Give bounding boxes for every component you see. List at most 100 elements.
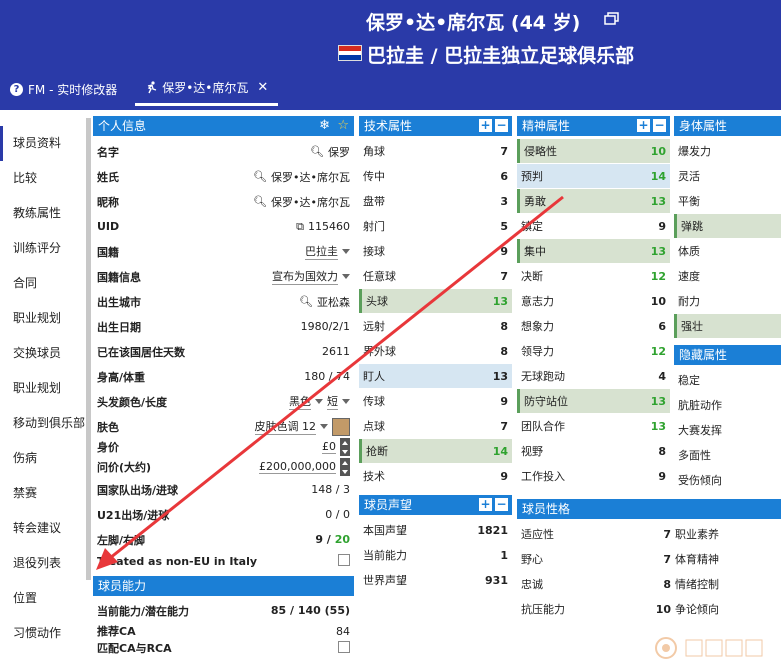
uid-field[interactable]: ⧉ 115460 bbox=[296, 220, 350, 234]
attr-value[interactable]: 13 bbox=[651, 195, 666, 208]
name-field[interactable]: 🔍︎ 保罗 bbox=[310, 144, 350, 160]
foot-field[interactable]: 9 / 20 bbox=[315, 533, 350, 546]
attr-value[interactable]: 9 bbox=[500, 395, 508, 408]
days-in-nation-field[interactable]: 2611 bbox=[322, 345, 350, 358]
caps-field[interactable]: 148 / 3 bbox=[311, 483, 350, 496]
sidebar-item-training[interactable]: 训练评分 bbox=[0, 231, 88, 266]
attr-value[interactable]: 7 bbox=[663, 553, 671, 566]
attr-value[interactable]: 7 bbox=[500, 145, 508, 158]
attr-value[interactable]: 8 bbox=[663, 578, 671, 591]
sidebar-item-contract[interactable]: 合同 bbox=[0, 266, 88, 301]
attr-value[interactable]: 8 bbox=[500, 345, 508, 358]
u21-field[interactable]: 0 / 0 bbox=[325, 508, 350, 521]
non-eu-checkbox[interactable] bbox=[338, 554, 350, 566]
attr-value[interactable]: 9 bbox=[500, 245, 508, 258]
worth-input[interactable]: £0 bbox=[322, 438, 350, 456]
attr-value[interactable]: 8 bbox=[500, 320, 508, 333]
star-icon[interactable]: ☆ bbox=[337, 116, 349, 136]
attr-value[interactable]: 5 bbox=[500, 220, 508, 233]
copy-icon[interactable]: ⧉ bbox=[296, 220, 304, 234]
sidebar-item-career-plan[interactable]: 职业规划 bbox=[0, 301, 88, 336]
attr-value[interactable]: 13 bbox=[651, 420, 666, 433]
attr-value[interactable]: 9 bbox=[658, 220, 666, 233]
collapse-icon[interactable]: − bbox=[495, 498, 508, 511]
birth-city-field[interactable]: 🔍︎ 亚松森 bbox=[299, 294, 350, 310]
sidebar-item-position[interactable]: 位置 bbox=[0, 581, 88, 616]
attr-value[interactable]: 13 bbox=[651, 245, 666, 258]
surname-field[interactable]: 🔍︎ 保罗•达•席尔瓦 bbox=[253, 169, 350, 185]
skin-select[interactable]: 皮肤色调 12 bbox=[254, 417, 350, 436]
height-weight-field[interactable]: 180 / 74 bbox=[304, 370, 350, 383]
hair-color-select[interactable]: 黑色 bbox=[289, 393, 323, 410]
sidebar-item-transfer[interactable]: 转会建议 bbox=[0, 511, 88, 546]
ca-pa-field[interactable]: 85 / 140 (55) bbox=[271, 604, 350, 617]
skin-color-swatch[interactable] bbox=[332, 417, 350, 436]
asking-input[interactable]: £200,000,000 bbox=[259, 458, 350, 476]
expand-icon[interactable]: + bbox=[637, 119, 650, 132]
attr-value[interactable]: 13 bbox=[493, 295, 508, 308]
attr-label: 肮脏动作 bbox=[678, 399, 722, 412]
sidebar-item-ban[interactable]: 禁赛 bbox=[0, 476, 88, 511]
collapse-icon[interactable]: − bbox=[653, 119, 666, 132]
attr-value[interactable]: 13 bbox=[651, 395, 666, 408]
row-label: Treated as non-EU in Italy bbox=[97, 555, 258, 568]
attr-value[interactable]: 4 bbox=[658, 370, 666, 383]
expand-icon[interactable]: + bbox=[479, 498, 492, 511]
sidebar-item-profile[interactable]: 球员资料 bbox=[0, 126, 88, 161]
attr-value[interactable]: 7 bbox=[500, 420, 508, 433]
tab-player[interactable]: 保罗•达•席尔瓦 ✕ bbox=[135, 72, 279, 106]
attr-value[interactable]: 6 bbox=[658, 320, 666, 333]
birth-date-field[interactable]: 1980/2/1 bbox=[301, 320, 350, 333]
sidebar-item-move-club[interactable]: 移动到俱乐部 bbox=[0, 406, 88, 441]
attr-value[interactable]: 3 bbox=[500, 195, 508, 208]
tab-fm-editor[interactable]: ? FM - 实时修改器 bbox=[0, 72, 127, 106]
technical-row: 技术 9 bbox=[359, 464, 512, 488]
sidebar-item-coach-attrs[interactable]: 教练属性 bbox=[0, 196, 88, 231]
sidebar-item-injury[interactable]: 伤病 bbox=[0, 441, 88, 476]
stepper-icon[interactable] bbox=[340, 458, 350, 476]
sidebar-item-career-plan-2[interactable]: 职业规划 bbox=[0, 371, 88, 406]
attr-value[interactable]: 10 bbox=[656, 603, 671, 616]
attr-value[interactable]: 12 bbox=[651, 270, 666, 283]
sidebar-item-retire[interactable]: 退役列表 bbox=[0, 546, 88, 581]
attr-value[interactable]: 13 bbox=[493, 370, 508, 383]
physical-row: 平衡 bbox=[674, 189, 781, 213]
restore-window-icon[interactable] bbox=[604, 12, 619, 25]
match-ca-checkbox[interactable] bbox=[338, 640, 350, 653]
snowflake-icon[interactable]: ❄ bbox=[319, 116, 330, 136]
collapse-icon[interactable]: − bbox=[495, 119, 508, 132]
reputation-row: 世界声望 931 bbox=[359, 568, 512, 592]
attr-value[interactable]: 14 bbox=[493, 445, 508, 458]
attr-value[interactable]: 9 bbox=[658, 470, 666, 483]
attr-value[interactable]: 6 bbox=[500, 170, 508, 183]
mental-row: 镇定 9 bbox=[517, 214, 670, 238]
stepper-icon[interactable] bbox=[340, 438, 350, 456]
hair-length-select[interactable]: 短 bbox=[327, 393, 350, 410]
attr-value[interactable]: 8 bbox=[658, 445, 666, 458]
hair-selects: 黑色 短 bbox=[289, 393, 350, 410]
panel-title: 球员性格 bbox=[522, 502, 571, 516]
sidebar-item-swap[interactable]: 交换球员 bbox=[0, 336, 88, 371]
attr-value[interactable]: 931 bbox=[485, 574, 508, 587]
attr-value[interactable]: 7 bbox=[663, 528, 671, 541]
close-icon[interactable]: ✕ bbox=[257, 80, 268, 95]
attr-value[interactable]: 7 bbox=[500, 270, 508, 283]
rec-ca-field[interactable]: 84 bbox=[336, 625, 350, 638]
attr-value[interactable]: 1 bbox=[500, 549, 508, 562]
reputation-row: 当前能力 1 bbox=[359, 543, 512, 567]
attr-value[interactable]: 10 bbox=[651, 295, 666, 308]
attr-value[interactable]: 1821 bbox=[477, 524, 508, 537]
nationality-select[interactable]: 巴拉圭 bbox=[305, 243, 350, 260]
sidebar-item-compare[interactable]: 比较 bbox=[0, 161, 88, 196]
nation-info-select[interactable]: 宣布为国效力 bbox=[272, 268, 350, 285]
physical-row: 强壮 bbox=[674, 314, 781, 338]
sidebar-item-habits[interactable]: 习惯动作 bbox=[0, 616, 88, 651]
attr-value[interactable]: 14 bbox=[651, 170, 666, 183]
attr-value[interactable]: 12 bbox=[651, 345, 666, 358]
expand-icon[interactable]: + bbox=[479, 119, 492, 132]
sidebar-scrollbar[interactable] bbox=[86, 118, 91, 580]
attr-value[interactable]: 10 bbox=[651, 145, 666, 158]
chevron-down-icon bbox=[342, 399, 350, 404]
attr-value[interactable]: 9 bbox=[500, 470, 508, 483]
nickname-field[interactable]: 🔍︎ 保罗•达•席尔瓦 bbox=[253, 194, 350, 210]
